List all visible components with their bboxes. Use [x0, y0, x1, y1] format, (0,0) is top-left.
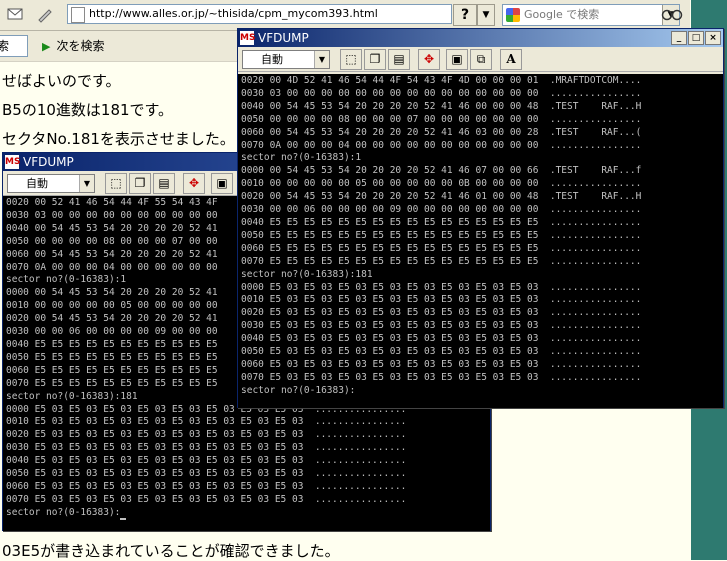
- console-line: sector no?(0-16383):: [241, 384, 356, 396]
- console-line: 0070 E5 E5 E5 E5 E5 E5 E5 E5 E5 E5 E5 E5…: [241, 255, 642, 267]
- vfdump-window-front[interactable]: MS VFDUMP _ □ × 自動 ▼ ⬚ ❐ ▤ ✥ ▣ ⧉ A 0020 00 4…: [237, 28, 724, 408]
- console-line: 0030 E5 03 E5 03 E5 03 E5 03 E5 03 E5 03…: [6, 442, 407, 454]
- paste-button[interactable]: ▤: [153, 173, 175, 194]
- chevron-down-icon: ▼: [314, 51, 329, 68]
- find-input-text: 索: [0, 39, 10, 53]
- title-bar[interactable]: MS VFDUMP _ □ ×: [238, 29, 723, 47]
- console-line: 0000 00 54 45 53 54 20 20 20 20 52 41 46…: [241, 165, 642, 177]
- google-icon: [506, 8, 520, 22]
- window-title: VFDUMP: [23, 155, 74, 169]
- console-line: 0060 E5 E5 E5 E5 E5 E5 E5 E5 E5 E5 E5 E5…: [241, 242, 642, 254]
- fullscreen-button[interactable]: ✥: [183, 173, 205, 194]
- msdos-icon: MS: [240, 31, 256, 45]
- window-title: VFDUMP: [258, 31, 309, 45]
- address-dropdown-button[interactable]: ▼: [477, 4, 495, 26]
- paste-button[interactable]: ▤: [388, 49, 410, 70]
- fullscreen-button[interactable]: ✥: [418, 49, 440, 70]
- font-button[interactable]: A: [500, 49, 522, 70]
- console-line: 0070 E5 03 E5 03 E5 03 E5 03 E5 03 E5 03…: [6, 493, 407, 505]
- mark-button[interactable]: ⬚: [105, 173, 127, 194]
- console-line: 0030 E5 03 E5 03 E5 03 E5 03 E5 03 E5 03…: [241, 320, 642, 332]
- console-line: 0020 E5 03 E5 03 E5 03 E5 03 E5 03 E5 03…: [241, 307, 642, 319]
- address-bar[interactable]: http://www.alles.or.jp/~thisida/cpm_myco…: [67, 4, 452, 24]
- page-icon: [71, 7, 85, 23]
- page-line-2: B5の10進数は181です。: [2, 101, 174, 119]
- console-line: sector no?(0-16383):181: [241, 268, 373, 280]
- console-line: 0070 E5 03 E5 03 E5 03 E5 03 E5 03 E5 03…: [241, 371, 642, 383]
- envelope-icon[interactable]: [6, 5, 24, 23]
- console-line: 0020 00 54 45 53 54 20 20 20 20 52 41 46…: [241, 191, 642, 203]
- console-line: 0030 00 00 06 00 00 00 00 09 00 00 00 00…: [241, 204, 642, 216]
- console-line: 0060 E5 03 E5 03 E5 03 E5 03 E5 03 E5 03…: [241, 358, 642, 370]
- console-prompt: sector no?(0-16383):: [6, 507, 490, 520]
- console-line: 0040 E5 E5 E5 E5 E5 E5 E5 E5 E5 E5 E5 E5…: [241, 216, 642, 228]
- find-next-label: 次を検索: [56, 39, 105, 53]
- chevron-down-icon: ▼: [79, 175, 94, 192]
- page-line-3: セクタNo.181を表示させました。: [2, 130, 235, 148]
- font-size-value: 自動: [26, 177, 48, 190]
- properties-button[interactable]: ▣: [211, 173, 233, 194]
- help-button[interactable]: ?: [453, 4, 477, 26]
- maximize-button[interactable]: □: [688, 31, 704, 45]
- url-text: http://www.alles.or.jp/~thisida/cpm_myco…: [89, 7, 378, 20]
- copy-button[interactable]: ❐: [129, 173, 151, 194]
- console-line: 0050 00 00 00 00 08 00 00 00 07 00 00 00…: [241, 113, 642, 125]
- close-button[interactable]: ×: [705, 31, 721, 45]
- minimize-button[interactable]: _: [671, 31, 687, 45]
- font-size-value: 自動: [261, 53, 283, 66]
- console-line: 0030 03 00 00 00 00 00 00 00 00 00 00 00…: [241, 87, 642, 99]
- console-line: 0020 00 4D 52 41 46 54 44 4F 54 43 4F 4D…: [241, 75, 642, 86]
- google-search-input[interactable]: Google で検索 ▼: [502, 4, 680, 26]
- prompt-text: sector no?(0-16383):: [6, 506, 121, 518]
- find-next-button[interactable]: ▶ 次を検索: [42, 37, 104, 54]
- mark-button[interactable]: ⬚: [340, 49, 362, 70]
- text-cursor: [120, 517, 127, 520]
- browser-toolbar: http://www.alles.or.jp/~thisida/cpm_myco…: [0, 0, 690, 31]
- page-line-bottom: 03E5が書き込まれていることが確認できました。: [2, 542, 340, 560]
- font-size-select[interactable]: 自動 ▼: [7, 174, 95, 193]
- glasses-icon[interactable]: [660, 5, 684, 23]
- console-line: 0010 E5 03 E5 03 E5 03 E5 03 E5 03 E5 03…: [6, 416, 407, 428]
- msdos-icon: MS: [5, 155, 21, 169]
- console-line: 0050 E5 03 E5 03 E5 03 E5 03 E5 03 E5 03…: [241, 346, 642, 358]
- background-button[interactable]: ⧉: [470, 49, 492, 70]
- console-line: 0040 E5 03 E5 03 E5 03 E5 03 E5 03 E5 03…: [6, 455, 407, 467]
- find-input[interactable]: 索: [0, 35, 28, 57]
- window-toolbar: 自動 ▼ ⬚ ❐ ▤ ✥ ▣ ⧉ A: [238, 47, 723, 72]
- console-line: 0060 00 54 45 53 54 20 20 20 20 52 41 46…: [241, 126, 642, 138]
- console-output[interactable]: 0020 00 4D 52 41 46 54 44 4F 54 43 4F 4D…: [238, 74, 723, 408]
- console-line: 0060 E5 03 E5 03 E5 03 E5 03 E5 03 E5 03…: [6, 480, 407, 492]
- console-line: 0040 00 54 45 53 54 20 20 20 20 52 41 46…: [241, 100, 642, 112]
- console-line: 0040 E5 03 E5 03 E5 03 E5 03 E5 03 E5 03…: [241, 333, 642, 345]
- font-size-select[interactable]: 自動 ▼: [242, 50, 330, 69]
- console-line: 0050 E5 E5 E5 E5 E5 E5 E5 E5 E5 E5 E5 E5…: [241, 229, 642, 241]
- console-line: 0010 E5 03 E5 03 E5 03 E5 03 E5 03 E5 03…: [241, 294, 642, 306]
- play-icon: ▶: [42, 40, 51, 53]
- console-line: 0000 E5 03 E5 03 E5 03 E5 03 E5 03 E5 03…: [241, 281, 642, 293]
- console-line: 0070 0A 00 00 00 04 00 00 00 00 00 00 00…: [241, 139, 642, 151]
- pencil-icon[interactable]: [36, 5, 54, 23]
- console-line: 0010 00 00 00 00 00 05 00 00 00 00 00 0B…: [241, 178, 642, 190]
- console-line: 0020 E5 03 E5 03 E5 03 E5 03 E5 03 E5 03…: [6, 429, 407, 441]
- properties-button[interactable]: ▣: [446, 49, 468, 70]
- console-line: 0050 E5 03 E5 03 E5 03 E5 03 E5 03 E5 03…: [6, 468, 407, 480]
- copy-button[interactable]: ❐: [364, 49, 386, 70]
- search-placeholder: Google で検索: [524, 8, 600, 21]
- page-line-1: せばよいのです。: [2, 72, 121, 90]
- console-line: sector no?(0-16383):1: [241, 152, 362, 164]
